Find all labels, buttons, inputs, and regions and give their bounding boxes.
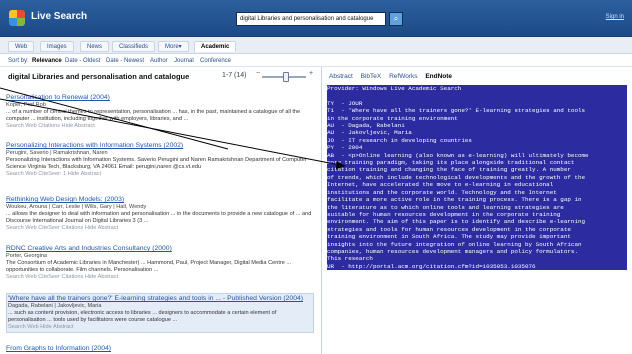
results-pane: digital Libraries and personalisation an… — [0, 67, 322, 354]
results-count: 1-7 (14) — [222, 72, 247, 79]
citation-line: more training paradigm, taking its place… — [327, 159, 627, 167]
citation-pane: Abstract BibTeX RefWorks EndNote Provide… — [323, 67, 632, 354]
list-item-selected[interactable]: 'Where have all the trainers gone?' E-le… — [6, 293, 314, 333]
results-title: digital Libraries and personalisation an… — [8, 72, 190, 81]
windows-logo-icon[interactable] — [9, 10, 25, 26]
sort-label: Sort by: — [8, 58, 29, 64]
citation-line: training environment in South Africa. Th… — [327, 233, 627, 241]
citation-line: facilitate a more active role in the tra… — [327, 196, 627, 204]
list-item: Rethinking Web Design Models: (2003) Wou… — [6, 196, 314, 232]
list-item: RDNC Creative Arts and Industries Consul… — [6, 245, 314, 281]
citation-line: in the corporate training environment — [327, 114, 627, 123]
tab-endnote[interactable]: EndNote — [425, 73, 452, 80]
result-links[interactable]: Search Web CiteSeer: 1 Hide Abstract — [6, 171, 314, 178]
brand-title[interactable]: Live Search — [31, 11, 87, 22]
detail-slider-handle[interactable] — [283, 72, 289, 82]
citation-line: insights into the future integration of … — [327, 240, 627, 248]
citation-line: JO - IT research in developing countries — [327, 136, 627, 145]
result-title-link[interactable]: Personalisation to Renewal (2004) — [6, 94, 314, 102]
endnote-citation-text[interactable]: Provider: Windows Live Academic Search T… — [327, 85, 627, 271]
result-authors[interactable]: Porter, Georgina — [6, 253, 314, 260]
detail-plus-icon[interactable]: + — [309, 70, 313, 77]
citation-line: AB - <p>Online learning (also known as e… — [327, 151, 627, 160]
sign-in-link[interactable]: Sign in — [606, 14, 624, 20]
citation-line: companies, human resources development m… — [327, 247, 627, 256]
result-snippet: The Consortium of Academic Libraries in … — [6, 260, 292, 273]
citation-line: T1 - 'Where have all the trainers gone?'… — [327, 107, 627, 115]
result-links[interactable]: Search Web Citations Hide Abstract — [6, 123, 314, 130]
citation-line: strategies and tools for human resources… — [327, 225, 627, 234]
tab-news[interactable]: News — [80, 41, 110, 52]
citation-line: of trends, which include technological d… — [327, 173, 627, 182]
tab-more[interactable]: More▾ — [158, 41, 189, 52]
live-search-window: { "header": { "brand": "Live Search", "q… — [0, 0, 632, 354]
citation-line: UR - http://portal.acm.org/citation.cfm?… — [327, 262, 627, 271]
result-snippet: Personalizing Interactions with Informat… — [6, 157, 307, 170]
citation-line: AU - Dagada, Rabelani — [327, 122, 627, 130]
tab-academic[interactable]: Academic — [194, 41, 237, 52]
sort-relevance[interactable]: Relevance — [32, 55, 62, 67]
tab-abstract[interactable]: Abstract — [329, 73, 353, 80]
result-authors[interactable]: Dagada, Rabelani | Jakovljevic, Maria — [8, 303, 312, 310]
tab-images[interactable]: Images — [40, 41, 74, 52]
sort-conference[interactable]: Conference — [200, 55, 231, 67]
citation-line: environment. The aim of this paper is to… — [327, 218, 627, 226]
citation-line: the literature as to which online tools … — [327, 203, 627, 211]
sort-date-newest[interactable]: Date - Newest — [106, 55, 144, 67]
search-icon: ⌕ — [393, 14, 399, 23]
list-item: Personalisation to Renewal (2004) Koper,… — [6, 94, 314, 130]
citation-line: citation training and changing the face … — [327, 166, 627, 174]
citation-line: suitable for human resources development… — [327, 210, 627, 219]
sort-date-oldest[interactable]: Date - Oldest — [65, 55, 100, 67]
result-title-link[interactable]: RDNC Creative Arts and Industries Consul… — [6, 245, 314, 253]
citation-line: AU - Jakovljevic, Maria — [327, 129, 627, 137]
result-authors[interactable]: Perugini, Saverio | Ramakrishnan, Naren — [6, 150, 314, 157]
citation-line: This research — [327, 255, 627, 263]
result-links[interactable]: Search Web CiteSeer Citations Hide Abstr… — [6, 274, 314, 281]
sort-author[interactable]: Author — [150, 55, 168, 67]
sort-journal[interactable]: Journal — [174, 55, 194, 67]
citation-line: PY - 2004 — [327, 144, 627, 152]
citation-tabs: Abstract BibTeX RefWorks EndNote — [329, 73, 458, 80]
list-item: From Graphs to Information (2004) — [6, 345, 314, 353]
list-item: Personalizing Interactions with Informat… — [6, 142, 314, 178]
result-snippet: ... of a number of central themes to rep… — [6, 109, 301, 122]
result-title-link[interactable]: From Graphs to Information (2004) — [6, 345, 314, 353]
citation-line: institutions and the corporate world. Te… — [327, 188, 627, 197]
result-authors[interactable]: Koper, Prof Rob — [6, 102, 314, 109]
result-snippet: ... such as content provision, electroni… — [8, 310, 277, 323]
citation-line: TY - JOUR — [327, 99, 627, 108]
vertical-tabs: Web Images News Classifieds More▾ Academ… — [0, 37, 632, 54]
top-bar: Live Search digital Libraries and person… — [0, 0, 632, 37]
citation-line: Internet, have accelerated the move to e… — [327, 181, 627, 189]
sort-bar: Sort by: Relevance Date - Oldest Date - … — [0, 55, 632, 67]
result-title-link[interactable]: Personalizing Interactions with Informat… — [6, 142, 314, 150]
tab-web[interactable]: Web — [8, 41, 35, 52]
result-links[interactable]: Search Web Hide Abstract — [8, 324, 312, 331]
citation-line: Provider: Windows Live Academic Search — [327, 85, 627, 93]
result-title-link[interactable]: Rethinking Web Design Models: (2003) — [6, 196, 314, 204]
result-snippet: ... allows the designer to deal with inf… — [6, 211, 312, 224]
tab-classifieds[interactable]: Classifieds — [112, 41, 156, 52]
tab-refworks[interactable]: RefWorks — [389, 73, 417, 80]
detail-minus-icon[interactable]: − — [256, 70, 260, 77]
citation-line — [327, 92, 627, 100]
search-input[interactable]: digital Libraries and personalisation an… — [236, 12, 386, 26]
result-authors[interactable]: Woukeu, Arouna | Carr, Leslie | Wills, G… — [6, 204, 314, 211]
tab-bibtex[interactable]: BibTeX — [361, 73, 382, 80]
search-button[interactable]: ⌕ — [389, 12, 403, 26]
result-links[interactable]: Search Web CiteSeer Citations Hide Abstr… — [6, 225, 314, 232]
result-title-link[interactable]: 'Where have all the trainers gone?' E-le… — [8, 295, 312, 303]
